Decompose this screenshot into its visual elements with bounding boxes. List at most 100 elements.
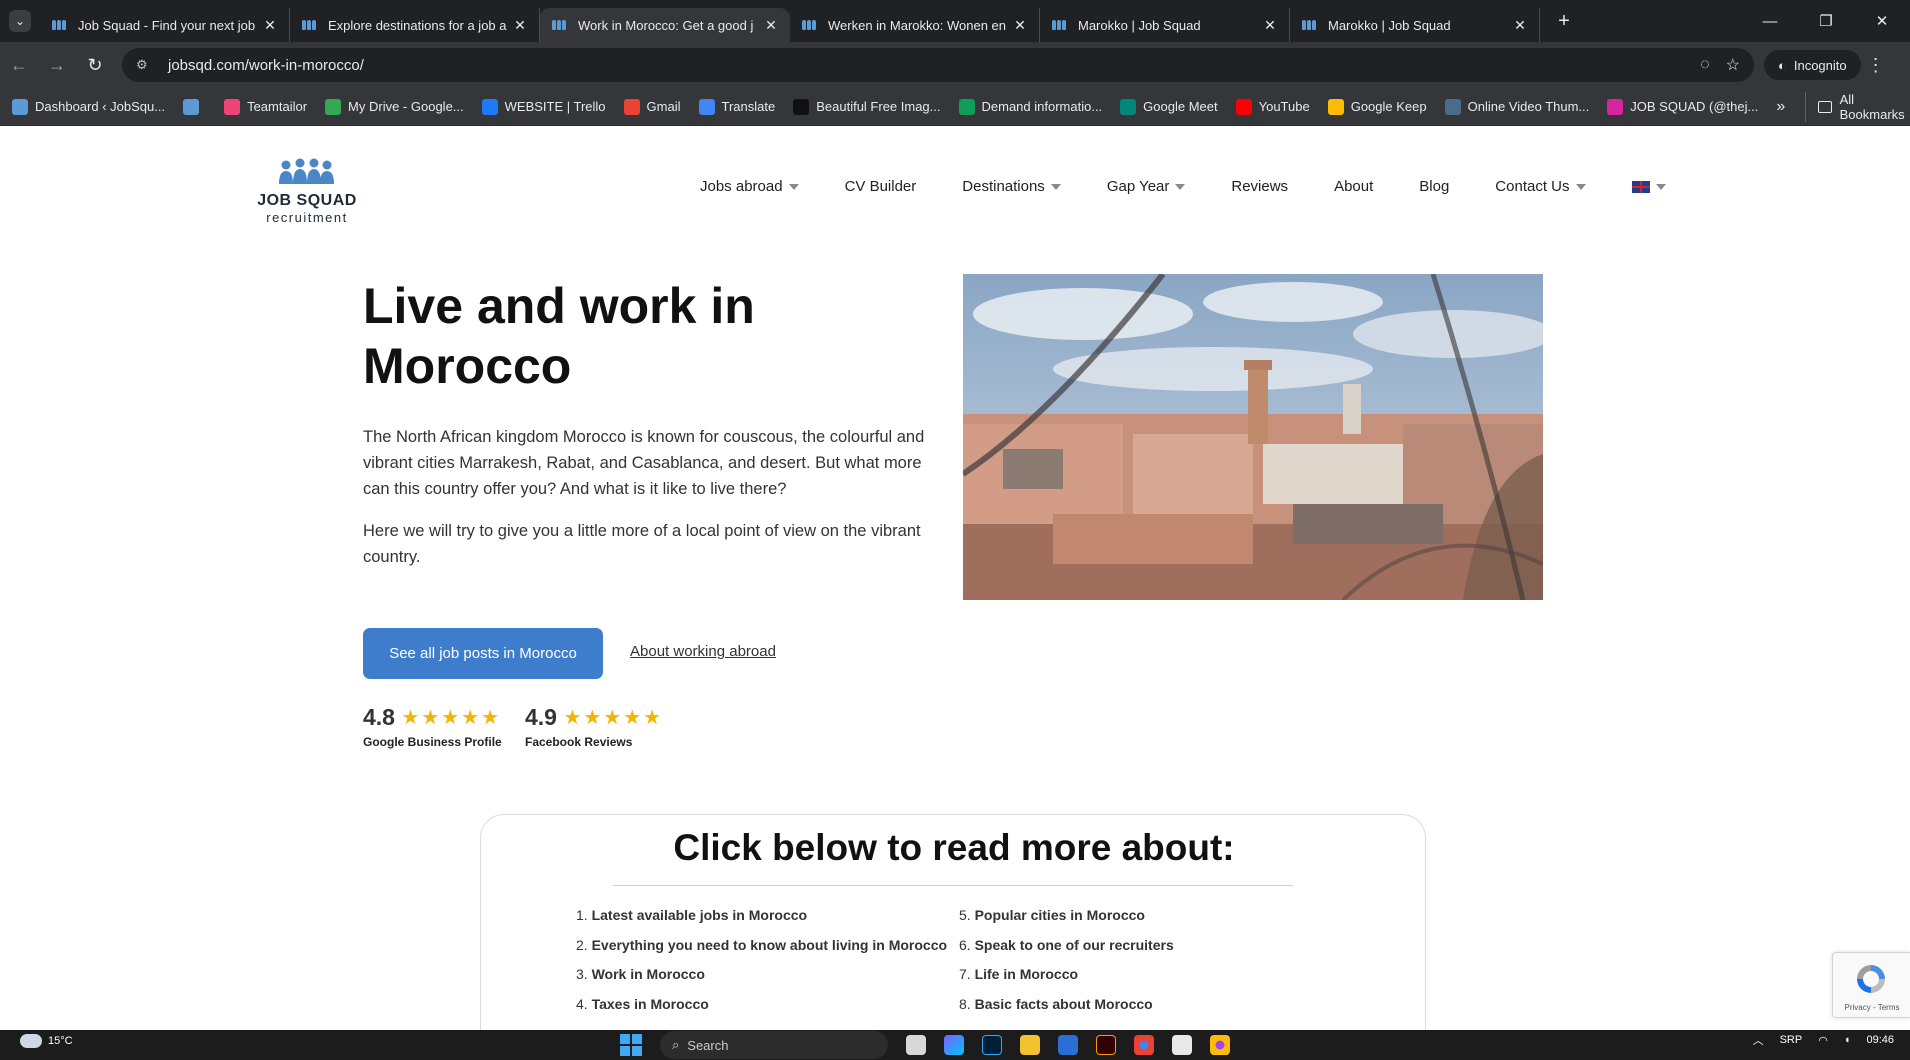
- bookmark-item[interactable]: Translate: [698, 98, 776, 115]
- nav-item-blog[interactable]: Blog: [1419, 178, 1449, 195]
- tab-3[interactable]: Werken in Marokko: Wonen en ✕: [790, 8, 1040, 42]
- bookmark-item[interactable]: [183, 98, 206, 115]
- chevron-up-icon[interactable]: ︿: [1753, 1032, 1764, 1048]
- reload-icon[interactable]: ↻: [76, 55, 114, 76]
- wifi-icon[interactable]: ◠: [1818, 1034, 1828, 1047]
- read-more-link[interactable]: 1. Latest available jobs in Morocco: [576, 907, 947, 937]
- minimize-icon[interactable]: —: [1742, 0, 1798, 42]
- close-icon[interactable]: ✕: [261, 17, 279, 34]
- tab-0[interactable]: Job Squad - Find your next job ✕: [40, 8, 290, 42]
- list-number: 3.: [576, 966, 592, 982]
- read-more-link[interactable]: 5. Popular cities in Morocco: [959, 907, 1174, 937]
- see-all-jobs-button[interactable]: See all job posts in Morocco: [363, 628, 603, 679]
- translate-icon: [698, 98, 715, 115]
- tab-title: Marokko | Job Squad: [1078, 17, 1201, 33]
- bookmark-item[interactable]: WEBSITE | Trello: [481, 98, 606, 115]
- nav-item-jobs-abroad[interactable]: Jobs abroad: [700, 178, 799, 195]
- facebook-rating[interactable]: 4.9 ★★★★★ Facebook Reviews: [525, 704, 663, 749]
- bookmark-item[interactable]: JOB SQUAD (@thej...: [1607, 98, 1758, 115]
- close-icon[interactable]: ✕: [1261, 17, 1279, 34]
- list-number: 5.: [959, 907, 975, 923]
- url-text[interactable]: jobsqd.com/work-in-morocco/: [168, 57, 1684, 74]
- google-rating[interactable]: 4.8 ★★★★★ Google Business Profile: [363, 704, 502, 749]
- clock[interactable]: 09:46: [1866, 1034, 1894, 1046]
- illustrator-icon[interactable]: [1096, 1035, 1116, 1055]
- copilot-icon[interactable]: [944, 1035, 964, 1055]
- close-window-icon[interactable]: ✕: [1854, 0, 1910, 42]
- bookmark-item[interactable]: Dashboard ‹ JobSqu...: [12, 98, 165, 115]
- bookmark-item[interactable]: Beautiful Free Imag...: [793, 98, 941, 115]
- back-arrow-icon[interactable]: ←: [0, 55, 38, 76]
- read-more-link[interactable]: 8. Basic facts about Morocco: [959, 996, 1174, 1026]
- read-more-link[interactable]: 7. Life in Morocco: [959, 966, 1174, 996]
- windows-start-icon[interactable]: [620, 1034, 642, 1056]
- read-more-title: Click below to read more about:: [673, 827, 1235, 868]
- nav-item-destinations[interactable]: Destinations: [962, 178, 1061, 195]
- volume-icon[interactable]: ◖: [1844, 1034, 1851, 1046]
- recaptcha-footer[interactable]: Privacy - Terms: [1837, 1003, 1907, 1012]
- tab-1[interactable]: Explore destinations for a job a ✕: [290, 8, 540, 42]
- more-bookmarks-chevron-icon[interactable]: »: [1776, 98, 1785, 116]
- rating-label: Facebook Reviews: [525, 735, 633, 749]
- file-explorer-icon[interactable]: [1020, 1035, 1040, 1055]
- all-bookmarks-button[interactable]: All Bookmarks: [1805, 91, 1907, 122]
- chrome-incognito-icon[interactable]: [1210, 1035, 1230, 1055]
- instagram-icon: [1607, 98, 1624, 115]
- star-bookmark-icon[interactable]: ☆: [1726, 55, 1740, 75]
- nav-item-gap-year[interactable]: Gap Year: [1107, 178, 1186, 195]
- address-bar[interactable]: ⚙ jobsqd.com/work-in-morocco/ ◌ ☆: [122, 48, 1754, 82]
- read-more-link[interactable]: 3. Work in Morocco: [576, 966, 947, 996]
- nav-item-contact-us[interactable]: Contact Us: [1495, 178, 1586, 195]
- nav-item-reviews[interactable]: Reviews: [1231, 178, 1288, 195]
- bookmark-item[interactable]: Google Keep: [1327, 98, 1427, 115]
- incognito-indicator[interactable]: ◐ Incognito: [1764, 50, 1861, 80]
- chrome-icon[interactable]: [1134, 1035, 1154, 1055]
- job-squad-logo[interactable]: JOB SQUAD recruitment: [254, 158, 360, 225]
- nav-item-label: About: [1334, 178, 1374, 195]
- bookmark-item[interactable]: Online Video Thum...: [1444, 98, 1589, 115]
- about-working-abroad-link[interactable]: About working abroad: [630, 643, 776, 660]
- nav-language-switcher[interactable]: [1631, 180, 1666, 193]
- eye-off-icon[interactable]: ◌: [1700, 56, 1710, 74]
- read-more-link[interactable]: 4. Taxes in Morocco: [576, 996, 947, 1026]
- forward-arrow-icon[interactable]: →: [38, 55, 76, 76]
- close-icon[interactable]: ✕: [1511, 17, 1529, 34]
- bookmark-label: Google Keep: [1350, 99, 1427, 114]
- bookmark-item[interactable]: Gmail: [623, 98, 681, 115]
- restore-icon[interactable]: ❐: [1798, 0, 1854, 42]
- store-icon[interactable]: [1058, 1035, 1078, 1055]
- recaptcha-badge[interactable]: Privacy - Terms: [1832, 952, 1910, 1018]
- new-tab-plus-icon[interactable]: +: [1546, 10, 1582, 33]
- close-icon[interactable]: ✕: [1011, 17, 1029, 34]
- tab-5[interactable]: Marokko | Job Squad ✕: [1290, 8, 1540, 42]
- language-indicator[interactable]: SRP: [1780, 1034, 1803, 1046]
- marrakesh-rooftops-image: [963, 274, 1543, 600]
- bookmark-label: Translate: [721, 99, 776, 114]
- more-menu-icon[interactable]: ⋮: [1861, 55, 1891, 76]
- job-squad-icon: [1052, 20, 1068, 30]
- bookmark-item[interactable]: YouTube: [1235, 98, 1310, 115]
- bookmark-item[interactable]: Teamtailor: [224, 98, 307, 115]
- nav-item-cv-builder[interactable]: CV Builder: [845, 178, 917, 195]
- close-icon[interactable]: ✕: [762, 17, 780, 34]
- chevron-down-icon: [1575, 183, 1586, 190]
- bookmark-item[interactable]: Demand informatio...: [958, 98, 1102, 115]
- bookmark-item[interactable]: Google Meet: [1120, 98, 1218, 115]
- tab-search-button[interactable]: ⌄: [0, 0, 40, 42]
- site-settings-icon[interactable]: ⚙: [136, 57, 158, 73]
- photoshop-icon[interactable]: [982, 1035, 1002, 1055]
- nav-item-about[interactable]: About: [1334, 178, 1373, 195]
- list-number: 8.: [959, 995, 975, 1012]
- tab-4[interactable]: Marokko | Job Squad ✕: [1040, 8, 1290, 42]
- slack-icon[interactable]: [1172, 1035, 1192, 1055]
- read-more-link[interactable]: 6. Speak to one of our recruiters: [959, 937, 1174, 967]
- close-icon[interactable]: ✕: [511, 17, 529, 34]
- taskbar-search[interactable]: ⌕ Search: [660, 1031, 888, 1059]
- file-icon[interactable]: [906, 1035, 926, 1055]
- weather-widget[interactable]: 15°C: [20, 1034, 73, 1048]
- nav-item-label: Destinations: [962, 178, 1045, 195]
- read-more-link[interactable]: 2. Everything you need to know about liv…: [576, 937, 947, 967]
- tab-2-active[interactable]: Work in Morocco: Get a good j ✕: [540, 8, 790, 42]
- read-more-link-label: Latest available jobs in Morocco: [591, 907, 808, 923]
- bookmark-item[interactable]: My Drive - Google...: [325, 98, 464, 115]
